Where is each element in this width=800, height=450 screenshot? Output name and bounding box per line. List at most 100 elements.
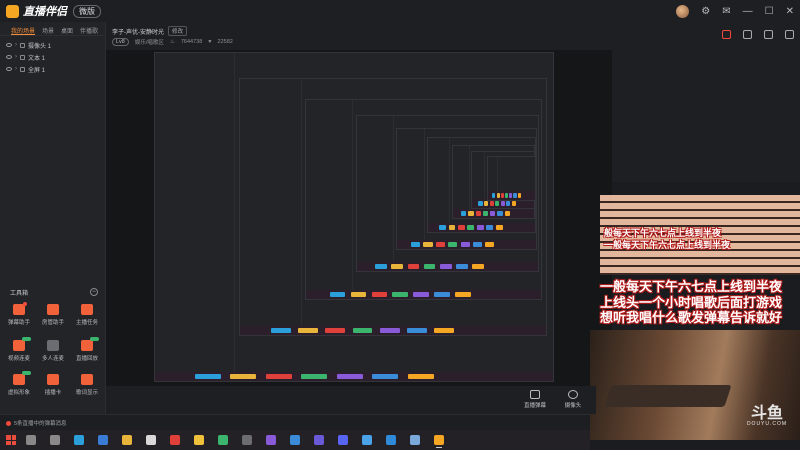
- button-label: 直播弹幕: [523, 403, 546, 409]
- multi-link-icon: [47, 340, 59, 351]
- tab-music[interactable]: 伴播歌: [80, 26, 98, 35]
- layout-icon[interactable]: [743, 30, 752, 39]
- edit-title-button[interactable]: 修改: [168, 26, 188, 36]
- nested-sidebar: [240, 79, 303, 326]
- camera-button[interactable]: 摄像头: [558, 390, 588, 409]
- nested-sidebar: [472, 151, 486, 199]
- windows-start-icon[interactable]: [6, 435, 16, 445]
- nested-taskbar: [357, 261, 538, 271]
- eye-icon[interactable]: [6, 43, 12, 47]
- tool-task[interactable]: 主播任务: [72, 304, 102, 326]
- nested-preview-frame: [486, 155, 536, 201]
- netease-icon[interactable]: [170, 435, 180, 445]
- replay-icon: [81, 337, 99, 351]
- windows-taskbar: [0, 430, 590, 450]
- scene-tabs: 我的场景 场景 桌面 伴播歌: [0, 22, 105, 36]
- douyu-watermark: 斗鱼 DOUYU.COM: [742, 403, 792, 428]
- status-bar: 5条直播中的弹幕消息: [0, 414, 590, 430]
- premiere-icon[interactable]: [266, 435, 276, 445]
- photoshop-icon[interactable]: [290, 435, 300, 445]
- app-logo-icon: [6, 4, 19, 18]
- search-icon[interactable]: [26, 435, 36, 445]
- screenshot-icon[interactable]: [764, 30, 773, 39]
- close-icon[interactable]: ✕: [786, 6, 794, 17]
- app2-icon[interactable]: [386, 435, 396, 445]
- overlay-text-line3: 想听我唱什么歌发弹幕告诉就好: [600, 311, 783, 326]
- nested-sidebar: [428, 138, 451, 223]
- eye-icon[interactable]: [6, 55, 12, 59]
- nested-taskbar: [428, 222, 535, 232]
- share-icon[interactable]: [722, 30, 731, 39]
- collapse-icon[interactable]: −: [90, 288, 98, 296]
- new-tag: [22, 337, 31, 341]
- source-item[interactable]: › 文本 1: [0, 51, 105, 63]
- overlay-text-repeat: 一般每天下午六七点上线到半夜: [604, 241, 731, 251]
- minimize-icon[interactable]: —: [743, 6, 753, 17]
- right-panel: [612, 22, 800, 182]
- qq-music-icon[interactable]: [194, 435, 204, 445]
- scene-sidebar: 我的场景 场景 桌面 伴播歌 › 摄像头 1 › 文本 1 › 全屏 1 工具箱…: [0, 22, 106, 414]
- app3-icon[interactable]: [410, 435, 420, 445]
- settings-icon[interactable]: ⚙: [701, 6, 710, 17]
- tool-admin[interactable]: 房管助手: [38, 304, 68, 326]
- avatar-icon: [13, 371, 31, 385]
- maximize-icon[interactable]: ☐: [765, 6, 774, 17]
- chrome-icon[interactable]: [146, 435, 156, 445]
- video-link-icon: [13, 337, 31, 351]
- status-message[interactable]: 5条直播中的弹幕消息: [6, 419, 67, 427]
- more-icon[interactable]: [785, 30, 794, 39]
- user-avatar[interactable]: [676, 4, 690, 18]
- mail-icon[interactable]: ✉: [722, 6, 730, 17]
- tool-avatar[interactable]: 虚拟形象: [4, 371, 34, 396]
- tool-replay[interactable]: 直播回放: [72, 337, 102, 362]
- app-logo: 直播伴侣: [6, 3, 67, 19]
- room-category[interactable]: 娱乐/唱歌区: [135, 38, 164, 46]
- nested-sidebar: [155, 53, 235, 372]
- video-icon[interactable]: [242, 435, 252, 445]
- tool-lyrics[interactable]: 歌词显示: [72, 374, 102, 396]
- source-list: › 摄像头 1 › 文本 1 › 全屏 1: [0, 36, 105, 75]
- version-badge[interactable]: 微版: [73, 4, 101, 18]
- store-icon[interactable]: [98, 435, 108, 445]
- task-view-icon[interactable]: [50, 435, 60, 445]
- nested-taskbar: [155, 372, 553, 381]
- source-item[interactable]: › 全屏 1: [0, 63, 105, 75]
- live-companion-app: 直播伴侣 微版 ⚙ ✉ — ☐ ✕ 我的场景 场景 桌面 伴播歌 › 摄像头 1: [0, 0, 800, 450]
- task-icon: [81, 304, 93, 315]
- tool-video-link[interactable]: 视频连麦: [4, 337, 34, 362]
- nested-taskbar: [452, 209, 535, 219]
- camera-icon: [568, 390, 578, 399]
- source-item[interactable]: › 摄像头 1: [0, 39, 105, 51]
- danmaku-screen-button[interactable]: 直播弹幕: [520, 390, 550, 409]
- tab-scene[interactable]: 场景: [42, 26, 54, 35]
- explorer-icon[interactable]: [122, 435, 132, 445]
- tab-desktop[interactable]: 桌面: [61, 26, 73, 35]
- eye-icon[interactable]: [6, 67, 12, 71]
- edge-icon[interactable]: [74, 435, 84, 445]
- nested-sidebar: [397, 128, 426, 240]
- title-bar: 直播伴侣 微版 ⚙ ✉ — ☐ ✕: [0, 0, 800, 22]
- live-companion-icon[interactable]: [434, 435, 444, 448]
- discord-icon[interactable]: [338, 435, 348, 445]
- nested-sidebar: [357, 116, 395, 262]
- tool-label: 插播卡: [44, 390, 62, 396]
- admin-icon: [47, 304, 59, 315]
- chevron-right-icon[interactable]: ›: [15, 54, 17, 60]
- tool-multi-link[interactable]: 多人连麦: [38, 340, 68, 362]
- wechat-icon[interactable]: [218, 435, 228, 445]
- tab-my-scene[interactable]: 我的场景: [11, 26, 36, 35]
- tool-card[interactable]: 插播卡: [38, 374, 68, 396]
- tool-label: 视频连麦: [7, 356, 30, 362]
- window-controls: ⚙ ✉ — ☐ ✕: [676, 0, 794, 22]
- chevron-right-icon[interactable]: ›: [15, 66, 17, 72]
- stream-preview[interactable]: [106, 50, 612, 386]
- chevron-right-icon[interactable]: ›: [15, 42, 17, 48]
- status-dot-icon: [6, 420, 11, 426]
- app-icon[interactable]: [362, 435, 372, 445]
- source-label: 摄像头 1: [28, 43, 52, 50]
- new-tag: [90, 337, 99, 341]
- tool-danmaku[interactable]: 弹幕助手: [4, 302, 34, 326]
- douyu-logo-text: 斗鱼: [750, 403, 783, 422]
- after-effects-icon[interactable]: [314, 435, 324, 445]
- level-badge: Lv8: [112, 38, 129, 46]
